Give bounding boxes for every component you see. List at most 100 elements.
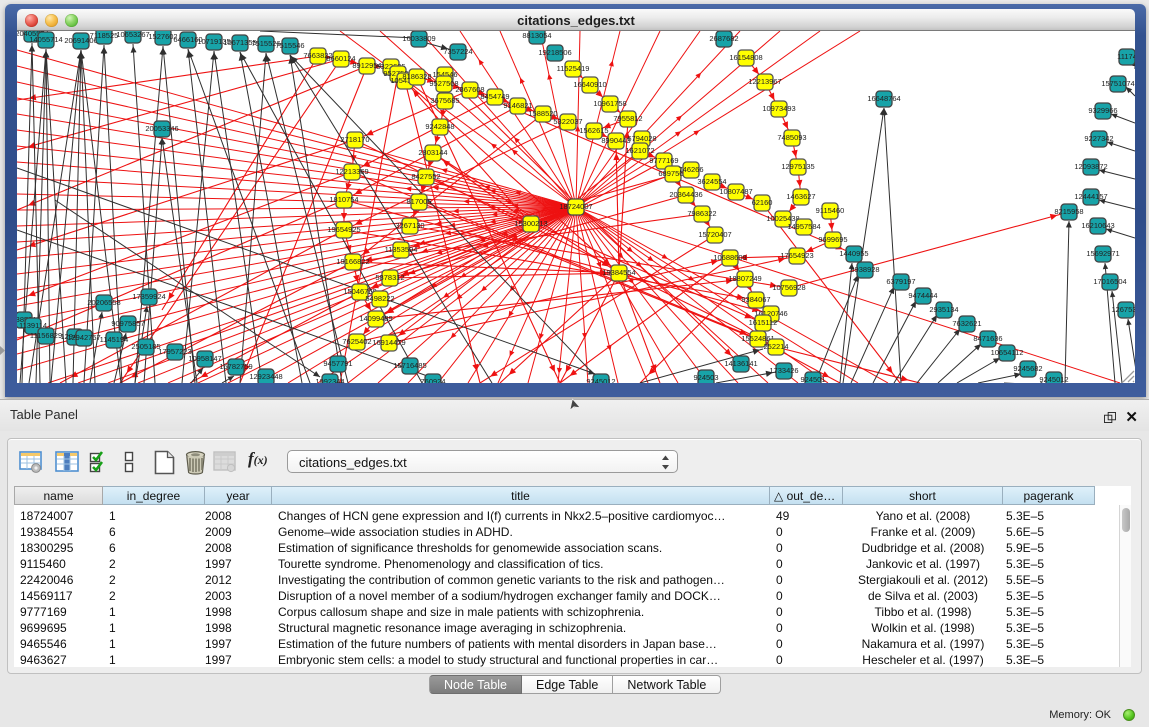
svg-text:7625402: 7625402 bbox=[342, 337, 371, 346]
svg-text:9777169: 9777169 bbox=[649, 156, 678, 165]
svg-text:15300213: 15300213 bbox=[514, 219, 547, 228]
svg-text:10756928: 10756928 bbox=[772, 283, 805, 292]
svg-text:15751074: 15751074 bbox=[1101, 79, 1134, 88]
svg-text:8454749: 8454749 bbox=[480, 92, 509, 101]
svg-text:8990443: 8990443 bbox=[601, 136, 630, 145]
svg-text:1440955: 1440955 bbox=[839, 249, 868, 258]
svg-text:11174: 11174 bbox=[1117, 52, 1135, 61]
svg-text:19384554: 19384554 bbox=[602, 268, 635, 277]
svg-text:9245012: 9245012 bbox=[586, 377, 615, 383]
svg-text:5878312: 5878312 bbox=[375, 273, 404, 282]
svg-text:6379197: 6379197 bbox=[886, 277, 915, 286]
svg-text:5322037: 5322037 bbox=[553, 117, 582, 126]
svg-text:12213369: 12213369 bbox=[335, 167, 368, 176]
svg-text:9474444: 9474444 bbox=[908, 291, 937, 300]
svg-text:924503: 924503 bbox=[693, 373, 718, 382]
svg-text:7955812: 7955812 bbox=[613, 114, 642, 123]
svg-text:15716485: 15716485 bbox=[393, 361, 426, 370]
svg-text:9245682: 9245682 bbox=[1013, 364, 1042, 373]
svg-text:8813054: 8813054 bbox=[522, 31, 551, 40]
svg-text:20364436: 20364436 bbox=[669, 190, 702, 199]
svg-text:9115460: 9115460 bbox=[816, 206, 845, 215]
svg-text:10653267: 10653267 bbox=[116, 31, 149, 39]
svg-text:10961758: 10961758 bbox=[593, 99, 626, 108]
svg-text:2718170: 2718170 bbox=[340, 135, 369, 144]
svg-text:11353594: 11353594 bbox=[385, 245, 418, 254]
svg-text:16640910: 16640910 bbox=[573, 80, 606, 89]
svg-text:1267534: 1267534 bbox=[1111, 305, 1135, 314]
svg-text:14136141: 14136141 bbox=[724, 359, 757, 368]
svg-text:12975135: 12975135 bbox=[781, 162, 814, 171]
svg-text:3624554: 3624554 bbox=[697, 177, 726, 186]
svg-text:9245012: 9245012 bbox=[1039, 375, 1068, 383]
svg-text:19218506: 19218506 bbox=[538, 48, 571, 57]
svg-text:16033809: 16033809 bbox=[402, 34, 435, 43]
svg-text:18724007: 18724007 bbox=[559, 202, 592, 211]
svg-text:12923448: 12923448 bbox=[249, 372, 282, 381]
svg-text:19166822: 19166822 bbox=[336, 257, 369, 266]
svg-text:252214: 252214 bbox=[763, 342, 788, 351]
svg-text:12213967: 12213967 bbox=[748, 77, 781, 86]
svg-text:8215958: 8215958 bbox=[1054, 207, 1083, 216]
svg-text:16782759: 16782759 bbox=[219, 362, 252, 371]
svg-text:11156829: 11156829 bbox=[30, 331, 62, 340]
svg-text:10973493: 10973493 bbox=[762, 104, 795, 113]
svg-text:8427552: 8427552 bbox=[411, 172, 440, 181]
svg-text:16648764: 16648764 bbox=[867, 94, 900, 103]
svg-text:1733426: 1733426 bbox=[769, 366, 798, 375]
svg-text:14099489: 14099489 bbox=[359, 314, 392, 323]
svg-text:3675685: 3675685 bbox=[430, 96, 459, 105]
svg-text:16210643: 16210643 bbox=[1081, 221, 1114, 230]
svg-text:746266: 746266 bbox=[678, 165, 703, 174]
svg-text:7515546: 7515546 bbox=[275, 41, 304, 50]
svg-text:9457791: 9457791 bbox=[323, 359, 352, 368]
svg-text:17654923: 17654923 bbox=[780, 251, 813, 260]
svg-text:19654925: 19654925 bbox=[327, 225, 360, 234]
svg-text:2505185: 2505185 bbox=[131, 342, 160, 351]
svg-text:12093872: 12093872 bbox=[1074, 162, 1107, 171]
svg-text:6794028: 6794028 bbox=[627, 134, 656, 143]
svg-text:2803144: 2803144 bbox=[418, 148, 447, 157]
svg-text:10807487: 10807487 bbox=[719, 187, 752, 196]
svg-text:1621072: 1621072 bbox=[625, 146, 654, 155]
svg-text:7485093: 7485093 bbox=[777, 133, 806, 142]
svg-text:1562615: 1562615 bbox=[579, 126, 608, 135]
svg-text:15720407: 15720407 bbox=[698, 230, 731, 239]
svg-text:760924: 760924 bbox=[420, 377, 445, 383]
svg-text:9527508: 9527508 bbox=[429, 79, 458, 88]
svg-text:90975857: 90975857 bbox=[111, 319, 144, 328]
svg-text:9329966: 9329966 bbox=[1088, 106, 1117, 115]
svg-text:1145194: 1145194 bbox=[100, 335, 129, 344]
svg-text:17359924: 17359924 bbox=[132, 292, 165, 301]
svg-text:12942757: 12942757 bbox=[67, 333, 100, 342]
svg-text:2687682: 2687682 bbox=[709, 34, 738, 43]
svg-text:10654112: 10654112 bbox=[991, 348, 1024, 357]
svg-text:20206558: 20206558 bbox=[87, 298, 120, 307]
svg-text:10688609: 10688609 bbox=[713, 253, 746, 262]
svg-text:20053346: 20053346 bbox=[145, 124, 178, 133]
svg-text:8660124: 8660124 bbox=[326, 54, 355, 63]
svg-text:16914479: 16914479 bbox=[372, 338, 405, 347]
svg-text:9699695: 9699695 bbox=[818, 235, 847, 244]
svg-text:14055714: 14055714 bbox=[29, 35, 62, 44]
svg-text:11525419: 11525419 bbox=[557, 64, 590, 73]
svg-text:1615112: 1615112 bbox=[749, 318, 778, 327]
svg-text:10958147: 10958147 bbox=[188, 354, 221, 363]
svg-text:17957223: 17957223 bbox=[158, 347, 191, 356]
svg-text:18807249: 18807249 bbox=[728, 274, 761, 283]
svg-text:62160: 62160 bbox=[752, 198, 773, 207]
svg-text:8471636: 8471636 bbox=[973, 334, 1002, 343]
svg-text:817006: 817006 bbox=[406, 197, 431, 206]
svg-text:1810754: 1810754 bbox=[329, 195, 358, 204]
svg-text:8938928: 8938928 bbox=[850, 265, 879, 274]
svg-text:16154808: 16154808 bbox=[729, 53, 762, 62]
svg-text:15692971: 15692971 bbox=[1086, 249, 1119, 258]
svg-text:9242848: 9242848 bbox=[425, 122, 454, 131]
svg-text:3267130: 3267130 bbox=[395, 221, 424, 230]
svg-text:5498222: 5498222 bbox=[365, 294, 394, 303]
svg-text:7632621: 7632621 bbox=[952, 319, 981, 328]
svg-text:7357224: 7357224 bbox=[443, 47, 472, 56]
svg-text:9384067: 9384067 bbox=[741, 295, 770, 304]
svg-text:1463627: 1463627 bbox=[786, 192, 815, 201]
svg-text:14957584: 14957584 bbox=[787, 222, 820, 231]
